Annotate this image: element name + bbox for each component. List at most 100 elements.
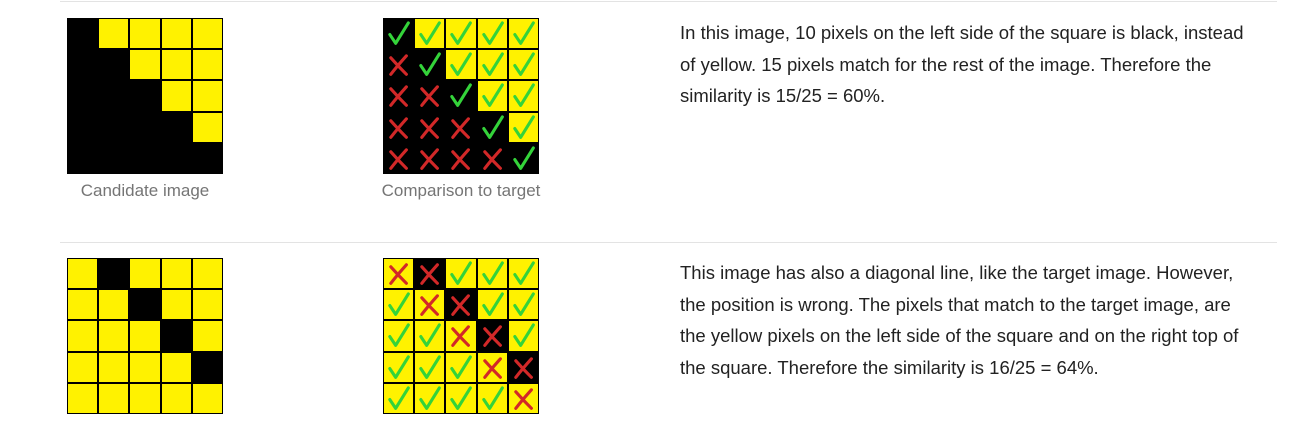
pixel-cell xyxy=(507,18,539,50)
pixel-cell xyxy=(129,111,161,143)
checkmark-icon xyxy=(513,83,535,108)
pixel-cell xyxy=(191,18,223,50)
pixel-cell xyxy=(129,320,161,352)
checkmark-icon xyxy=(513,52,535,77)
cross-icon xyxy=(451,116,471,139)
pixel-cell xyxy=(160,111,192,143)
pixel-cell xyxy=(445,320,477,352)
pixel-cell xyxy=(507,351,539,383)
checkmark-icon xyxy=(513,146,535,170)
candidate-grid-1 xyxy=(67,18,223,174)
row-divider xyxy=(60,242,1277,243)
pixel-cell xyxy=(160,49,192,81)
top-divider xyxy=(60,1,1277,2)
pixel-cell xyxy=(507,289,539,321)
pixel-cell xyxy=(507,320,539,352)
pixel-cell xyxy=(98,351,130,383)
pixel-cell xyxy=(129,142,161,174)
cross-icon xyxy=(389,116,408,139)
pixel-cell xyxy=(445,351,477,383)
checkmark-icon xyxy=(513,114,535,139)
checkmark-icon xyxy=(388,323,410,348)
checkmark-icon xyxy=(513,323,535,348)
pixel-cell xyxy=(129,351,161,383)
description-1: In this image, 10 pixels on the left sid… xyxy=(680,22,1244,106)
checkmark-icon xyxy=(388,21,410,45)
cross-icon xyxy=(482,325,502,348)
pixel-cell xyxy=(383,18,415,50)
pixel-cell xyxy=(445,49,477,81)
pixel-cell xyxy=(98,80,130,112)
checkmark-icon xyxy=(419,21,442,45)
cross-icon xyxy=(451,325,471,348)
pixel-cell xyxy=(383,142,415,174)
checkmark-icon xyxy=(419,52,442,77)
pixel-cell xyxy=(129,382,161,414)
pixel-cell xyxy=(160,18,192,50)
pixel-cell xyxy=(191,320,223,352)
checkmark-icon xyxy=(419,323,442,348)
pixel-cell xyxy=(507,382,539,414)
pixel-cell xyxy=(476,320,508,352)
pixel-cell xyxy=(383,320,415,352)
pixel-cell xyxy=(445,18,477,50)
pixel-cell xyxy=(414,289,446,321)
pixel-cell xyxy=(507,49,539,81)
pixel-cell xyxy=(476,18,508,50)
pixel-cell xyxy=(414,142,446,174)
description-2: This image has also a diagonal line, lik… xyxy=(680,262,1239,378)
pixel-cell xyxy=(383,351,415,383)
checkmark-icon xyxy=(481,21,504,45)
pixel-cell xyxy=(414,111,446,143)
cross-icon xyxy=(514,388,533,410)
checkmark-icon xyxy=(513,261,535,285)
pixel-cell xyxy=(129,258,161,290)
checkmark-icon xyxy=(388,386,410,410)
pixel-cell xyxy=(129,80,161,112)
pixel-cell xyxy=(445,258,477,290)
pixel-cell xyxy=(67,18,99,50)
cross-icon xyxy=(420,85,440,108)
pixel-cell xyxy=(67,351,99,383)
cross-icon xyxy=(451,294,471,317)
pixel-cell xyxy=(191,258,223,290)
pixel-cell xyxy=(67,382,99,414)
cross-icon xyxy=(482,148,502,170)
pixel-cell xyxy=(98,382,130,414)
pixel-cell xyxy=(383,258,415,290)
pixel-cell xyxy=(445,142,477,174)
checkmark-icon xyxy=(419,386,442,410)
pixel-cell xyxy=(414,18,446,50)
pixel-cell xyxy=(67,289,99,321)
checkmark-icon xyxy=(513,21,535,45)
pixel-cell xyxy=(476,142,508,174)
pixel-cell xyxy=(191,49,223,81)
pixel-cell xyxy=(414,351,446,383)
pixel-cell xyxy=(445,382,477,414)
checkmark-icon xyxy=(481,83,504,108)
pixel-cell xyxy=(476,382,508,414)
pixel-cell xyxy=(98,142,130,174)
pixel-cell xyxy=(98,18,130,50)
candidate-grid-2 xyxy=(67,258,223,414)
pixel-cell xyxy=(445,111,477,143)
comparison-grid-1 xyxy=(383,18,539,174)
pixel-cell xyxy=(414,382,446,414)
checkmark-icon xyxy=(388,292,410,317)
pixel-cell xyxy=(160,382,192,414)
pixel-cell xyxy=(191,80,223,112)
checkmark-icon xyxy=(513,292,535,317)
pixel-cell xyxy=(191,289,223,321)
cross-icon xyxy=(389,148,408,170)
pixel-cell xyxy=(191,111,223,143)
comparison-grid-2 xyxy=(383,258,539,414)
pixel-cell xyxy=(476,351,508,383)
pixel-cell xyxy=(160,142,192,174)
checkmark-icon xyxy=(419,354,442,379)
pixel-cell xyxy=(507,111,539,143)
pixel-cell xyxy=(98,49,130,81)
checkmark-icon xyxy=(450,21,473,45)
pixel-cell xyxy=(476,49,508,81)
pixel-cell xyxy=(67,111,99,143)
cross-icon xyxy=(389,85,408,108)
